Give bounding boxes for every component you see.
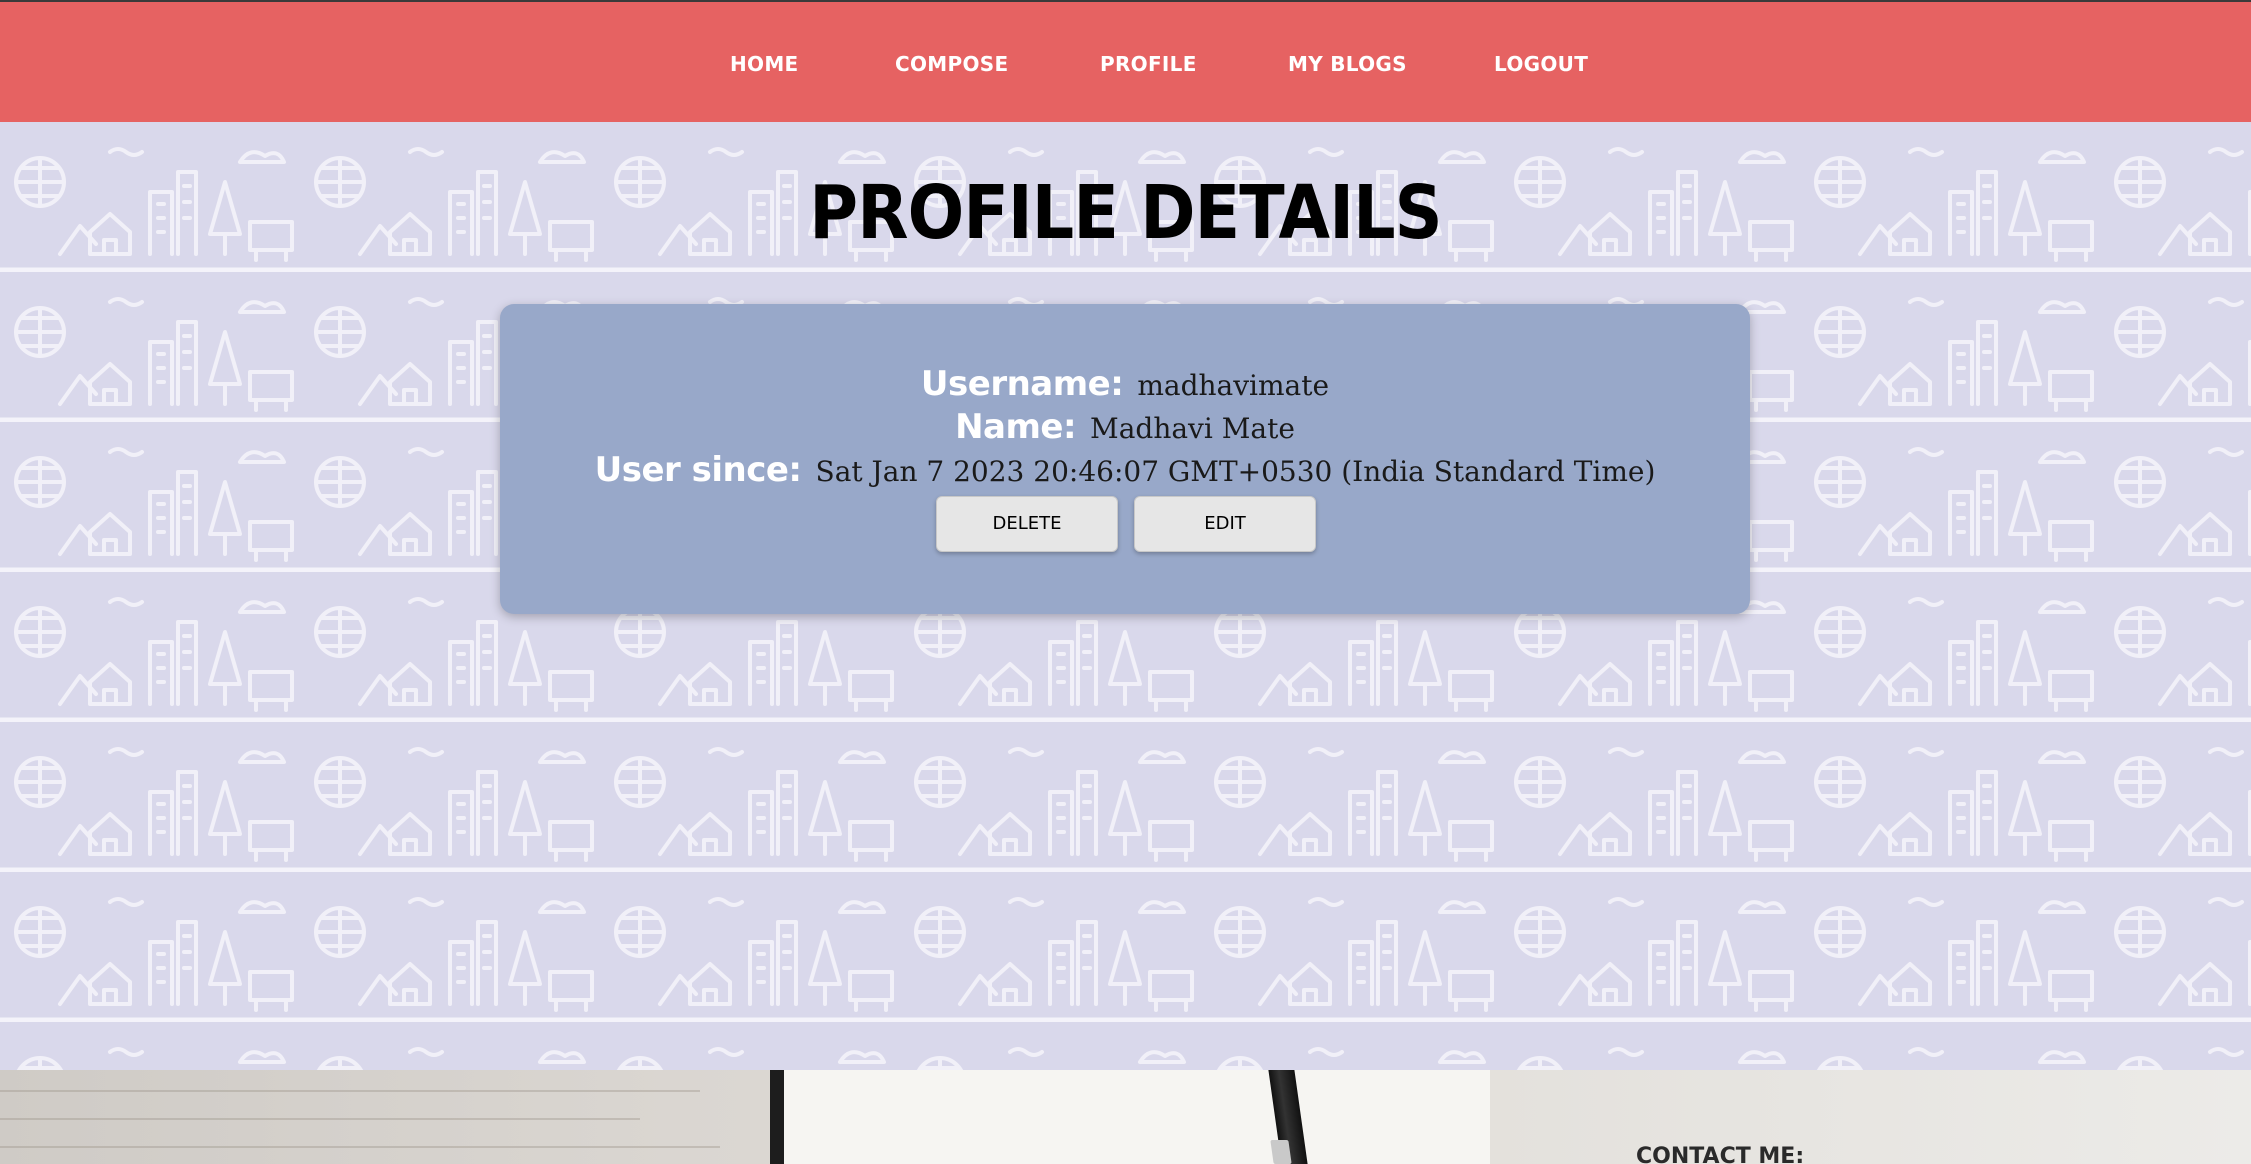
user-since-label: User since: [594,450,802,490]
wood-grain [0,1090,700,1092]
nav-my-blogs[interactable]: MY BLOGS [1288,52,1407,76]
nav-profile[interactable]: PROFILE [1100,52,1197,76]
main-nav: HOME COMPOSE PROFILE MY BLOGS LOGOUT [0,52,2251,82]
user-since-value: Sat Jan 7 2023 20:46:07 GMT+0530 (India … [815,455,1656,488]
username-value: madhavimate [1137,369,1330,402]
name-row: Name: Madhavi Mate [500,407,1750,447]
nav-home[interactable]: HOME [730,52,799,76]
pen-clip-image [1270,1140,1292,1164]
delete-button[interactable]: DELETE [936,496,1118,552]
username-row: Username: madhavimate [500,364,1750,404]
notebook-image [770,1070,1490,1164]
top-navbar: HOME COMPOSE PROFILE MY BLOGS LOGOUT [0,0,2251,122]
nav-logout[interactable]: LOGOUT [1494,52,1588,76]
wood-grain [0,1146,720,1148]
wood-grain [0,1118,640,1120]
page-title: PROFILE DETAILS [809,170,1442,256]
edit-button[interactable]: EDIT [1134,496,1316,552]
name-value: Madhavi Mate [1090,412,1295,445]
nav-compose[interactable]: COMPOSE [895,52,1008,76]
user-since-row: User since: Sat Jan 7 2023 20:46:07 GMT+0… [500,450,1750,490]
username-label: Username: [920,364,1124,404]
profile-card: Username: madhavimate Name: Madhavi Mate U… [500,304,1750,614]
contact-heading: CONTACT ME: [1636,1144,1805,1164]
footer-photo [0,1070,2251,1164]
name-label: Name: [955,407,1077,447]
